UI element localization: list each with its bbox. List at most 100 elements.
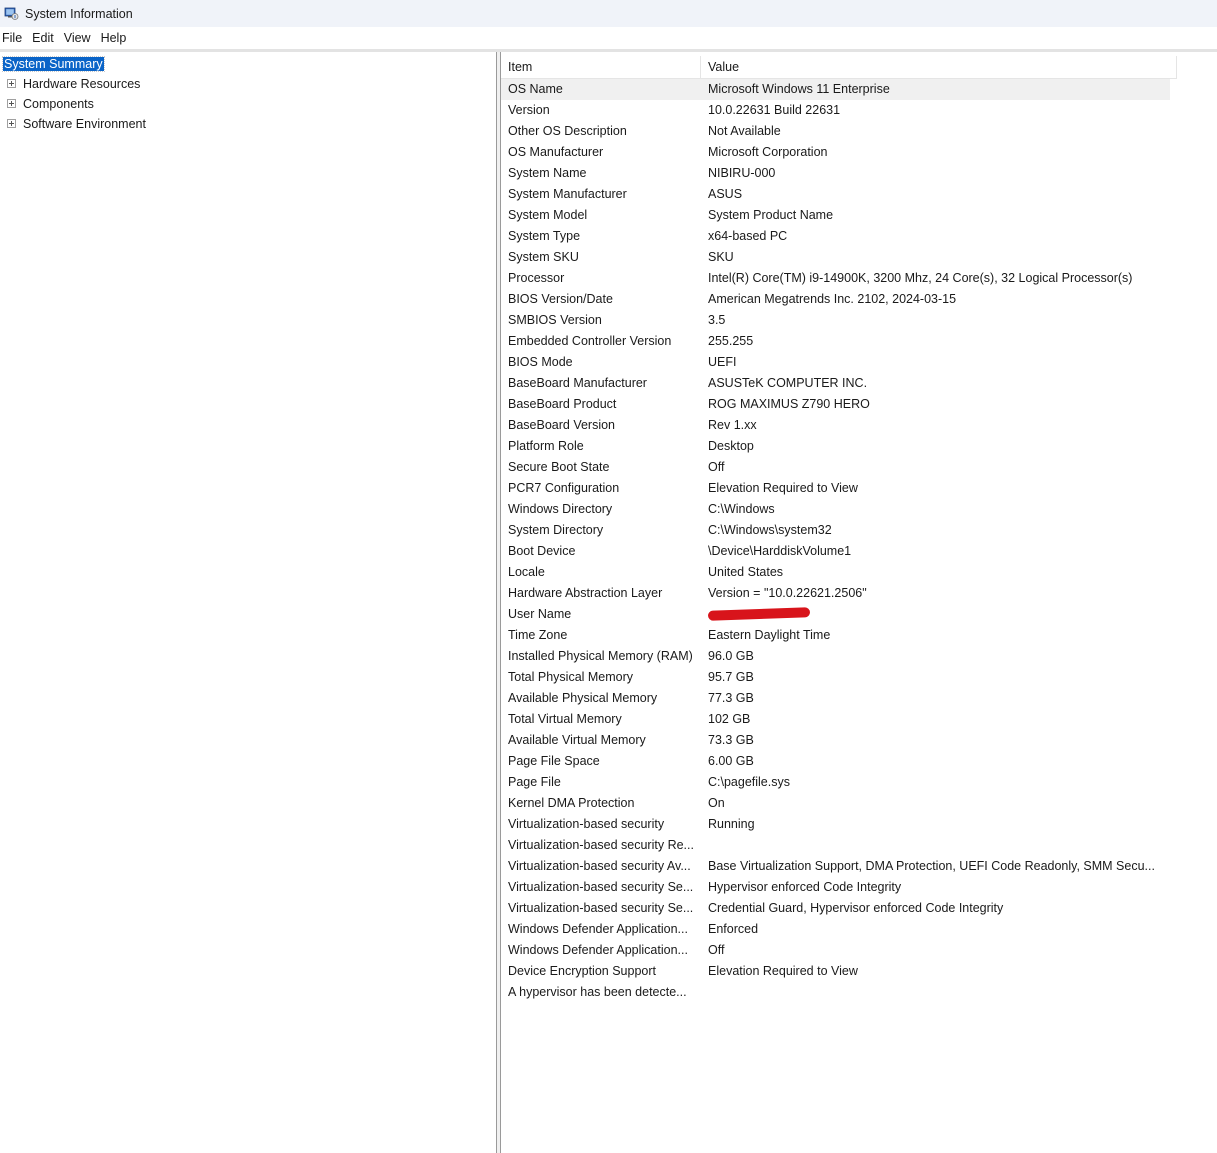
value-cell: United States bbox=[708, 565, 784, 579]
table-row[interactable]: BaseBoard Version Rev 1.xx bbox=[501, 415, 1217, 436]
table-row[interactable]: Total Physical Memory 95.7 GB bbox=[501, 667, 1217, 688]
table-row[interactable]: Locale United States bbox=[501, 562, 1217, 583]
item-cell: Page File Space bbox=[508, 754, 600, 768]
value-cell: Base Virtualization Support, DMA Protect… bbox=[708, 859, 1155, 873]
value-cell: Microsoft Corporation bbox=[708, 145, 828, 159]
table-row[interactable]: System Name NIBIRU-000 bbox=[501, 163, 1217, 184]
tree-item-hardware-resources[interactable]: Hardware Resources bbox=[0, 75, 300, 93]
table-row[interactable]: BaseBoard Manufacturer ASUSTeK COMPUTER I… bbox=[501, 373, 1217, 394]
value-cell: ASUS bbox=[708, 187, 743, 201]
table-row[interactable]: Virtualization-based security Running bbox=[501, 814, 1217, 835]
item-cell: SMBIOS Version bbox=[508, 313, 602, 327]
item-cell: Windows Defender Application... bbox=[508, 943, 688, 957]
tree-item-system-summary[interactable]: System Summary bbox=[2, 55, 105, 73]
item-cell: Processor bbox=[508, 271, 565, 285]
tree-item-label: Hardware Resources bbox=[23, 77, 141, 91]
column-header-item[interactable]: Item bbox=[501, 56, 701, 78]
item-cell: Time Zone bbox=[508, 628, 568, 642]
item-cell: Installed Physical Memory (RAM) bbox=[508, 649, 693, 663]
table-row[interactable]: Windows Defender Application... Off bbox=[501, 940, 1217, 961]
value-cell: C:\Windows\system32 bbox=[708, 523, 832, 537]
menu-help[interactable]: Help bbox=[99, 31, 132, 45]
column-header-value[interactable]: Value bbox=[701, 56, 1177, 78]
value-cell: 73.3 GB bbox=[708, 733, 754, 747]
item-cell: Total Physical Memory bbox=[508, 670, 634, 684]
table-row[interactable]: System SKU SKU bbox=[501, 247, 1217, 268]
item-cell: BIOS Mode bbox=[508, 355, 573, 369]
table-row[interactable]: Total Virtual Memory 102 GB bbox=[501, 709, 1217, 730]
table-row[interactable]: System Model System Product Name bbox=[501, 205, 1217, 226]
table-row[interactable]: BaseBoard Product ROG MAXIMUS Z790 HERO bbox=[501, 394, 1217, 415]
table-row[interactable]: Virtualization-based security Av... Base … bbox=[501, 856, 1217, 877]
table-row[interactable]: SMBIOS Version 3.5 bbox=[501, 310, 1217, 331]
item-cell: Platform Role bbox=[508, 439, 584, 453]
table-row[interactable]: A hypervisor has been detecte... bbox=[501, 982, 1217, 1003]
value-cell: 255.255 bbox=[708, 334, 754, 348]
details-list[interactable]: Item Value OS Name Microsoft Windows 11 E… bbox=[501, 52, 1217, 1153]
table-row[interactable]: PCR7 Configuration Elevation Required to … bbox=[501, 478, 1217, 499]
table-row[interactable]: Installed Physical Memory (RAM) 96.0 GB bbox=[501, 646, 1217, 667]
table-row[interactable]: Processor Intel(R) Core(TM) i9-14900K, 32… bbox=[501, 268, 1217, 289]
window-title: System Information bbox=[25, 6, 133, 21]
item-cell: Other OS Description bbox=[508, 124, 627, 138]
table-row[interactable]: System Directory C:\Windows\system32 bbox=[501, 520, 1217, 541]
table-row[interactable]: Platform Role Desktop bbox=[501, 436, 1217, 457]
table-row[interactable]: Kernel DMA Protection On bbox=[501, 793, 1217, 814]
expand-icon[interactable] bbox=[7, 119, 16, 128]
table-row[interactable]: Windows Directory C:\Windows bbox=[501, 499, 1217, 520]
menu-edit[interactable]: Edit bbox=[30, 31, 59, 45]
expand-icon[interactable] bbox=[7, 79, 16, 88]
item-cell: OS Name bbox=[501, 79, 701, 100]
table-row[interactable]: Virtualization-based security Re... bbox=[501, 835, 1217, 856]
table-row[interactable]: OS Name Microsoft Windows 11 Enterprise bbox=[501, 79, 1217, 100]
value-cell: Enforced bbox=[708, 922, 759, 936]
item-cell: Virtualization-based security bbox=[508, 817, 665, 831]
table-row[interactable]: BIOS Version/Date American Megatrends Inc… bbox=[501, 289, 1217, 310]
table-row[interactable]: Boot Device \Device\HarddiskVolume1 bbox=[501, 541, 1217, 562]
table-row[interactable]: Virtualization-based security Se... Crede… bbox=[501, 898, 1217, 919]
tree-item-label: System Summary bbox=[2, 56, 105, 72]
table-row[interactable]: Version 10.0.22631 Build 22631 bbox=[501, 100, 1217, 121]
table-row[interactable]: Page File C:\pagefile.sys bbox=[501, 772, 1217, 793]
tree-item-software-environment[interactable]: Software Environment bbox=[0, 115, 300, 133]
item-cell: Virtualization-based security Re... bbox=[508, 838, 694, 852]
table-row[interactable]: Available Physical Memory 77.3 GB bbox=[501, 688, 1217, 709]
tree-item-components[interactable]: Components bbox=[0, 95, 300, 113]
tree-item-label: Components bbox=[23, 97, 94, 111]
table-row[interactable]: BIOS Mode UEFI bbox=[501, 352, 1217, 373]
item-cell: Kernel DMA Protection bbox=[508, 796, 635, 810]
value-cell: 96.0 GB bbox=[708, 649, 754, 663]
menu-file[interactable]: File bbox=[0, 31, 27, 45]
item-cell: Secure Boot State bbox=[508, 460, 610, 474]
table-row[interactable]: System Type x64-based PC bbox=[501, 226, 1217, 247]
table-row[interactable]: Secure Boot State Off bbox=[501, 457, 1217, 478]
table-row[interactable]: User Name bbox=[501, 604, 1217, 625]
table-row[interactable]: System Manufacturer ASUS bbox=[501, 184, 1217, 205]
category-tree[interactable]: System Summary Hardware Resources Compon… bbox=[0, 52, 497, 1153]
item-cell: Windows Defender Application... bbox=[508, 922, 688, 936]
expand-icon[interactable] bbox=[7, 99, 16, 108]
redaction-mark bbox=[707, 606, 811, 621]
table-row[interactable]: OS Manufacturer Microsoft Corporation bbox=[501, 142, 1217, 163]
table-row[interactable]: Virtualization-based security Se... Hyper… bbox=[501, 877, 1217, 898]
item-cell: Version bbox=[508, 103, 550, 117]
item-cell: User Name bbox=[508, 607, 572, 621]
table-row[interactable]: Windows Defender Application... Enforced bbox=[501, 919, 1217, 940]
value-cell: American Megatrends Inc. 2102, 2024-03-1… bbox=[708, 292, 957, 306]
tree-item-label: Software Environment bbox=[23, 117, 146, 131]
table-row[interactable]: Other OS Description Not Available bbox=[501, 121, 1217, 142]
item-cell: Virtualization-based security Se... bbox=[508, 901, 694, 915]
table-row[interactable]: Time Zone Eastern Daylight Time bbox=[501, 625, 1217, 646]
item-cell: BaseBoard Product bbox=[508, 397, 617, 411]
title-bar: System Information bbox=[0, 0, 1217, 27]
table-row[interactable]: Hardware Abstraction Layer Version = "10.… bbox=[501, 583, 1217, 604]
table-row[interactable]: Page File Space 6.00 GB bbox=[501, 751, 1217, 772]
menu-view[interactable]: View bbox=[62, 31, 96, 45]
value-cell: System Product Name bbox=[708, 208, 834, 222]
table-row[interactable]: Device Encryption Support Elevation Requi… bbox=[501, 961, 1217, 982]
table-row[interactable]: Embedded Controller Version 255.255 bbox=[501, 331, 1217, 352]
item-cell: System Manufacturer bbox=[508, 187, 627, 201]
system-information-icon bbox=[4, 6, 19, 21]
value-cell: ROG MAXIMUS Z790 HERO bbox=[708, 397, 870, 411]
table-row[interactable]: Available Virtual Memory 73.3 GB bbox=[501, 730, 1217, 751]
